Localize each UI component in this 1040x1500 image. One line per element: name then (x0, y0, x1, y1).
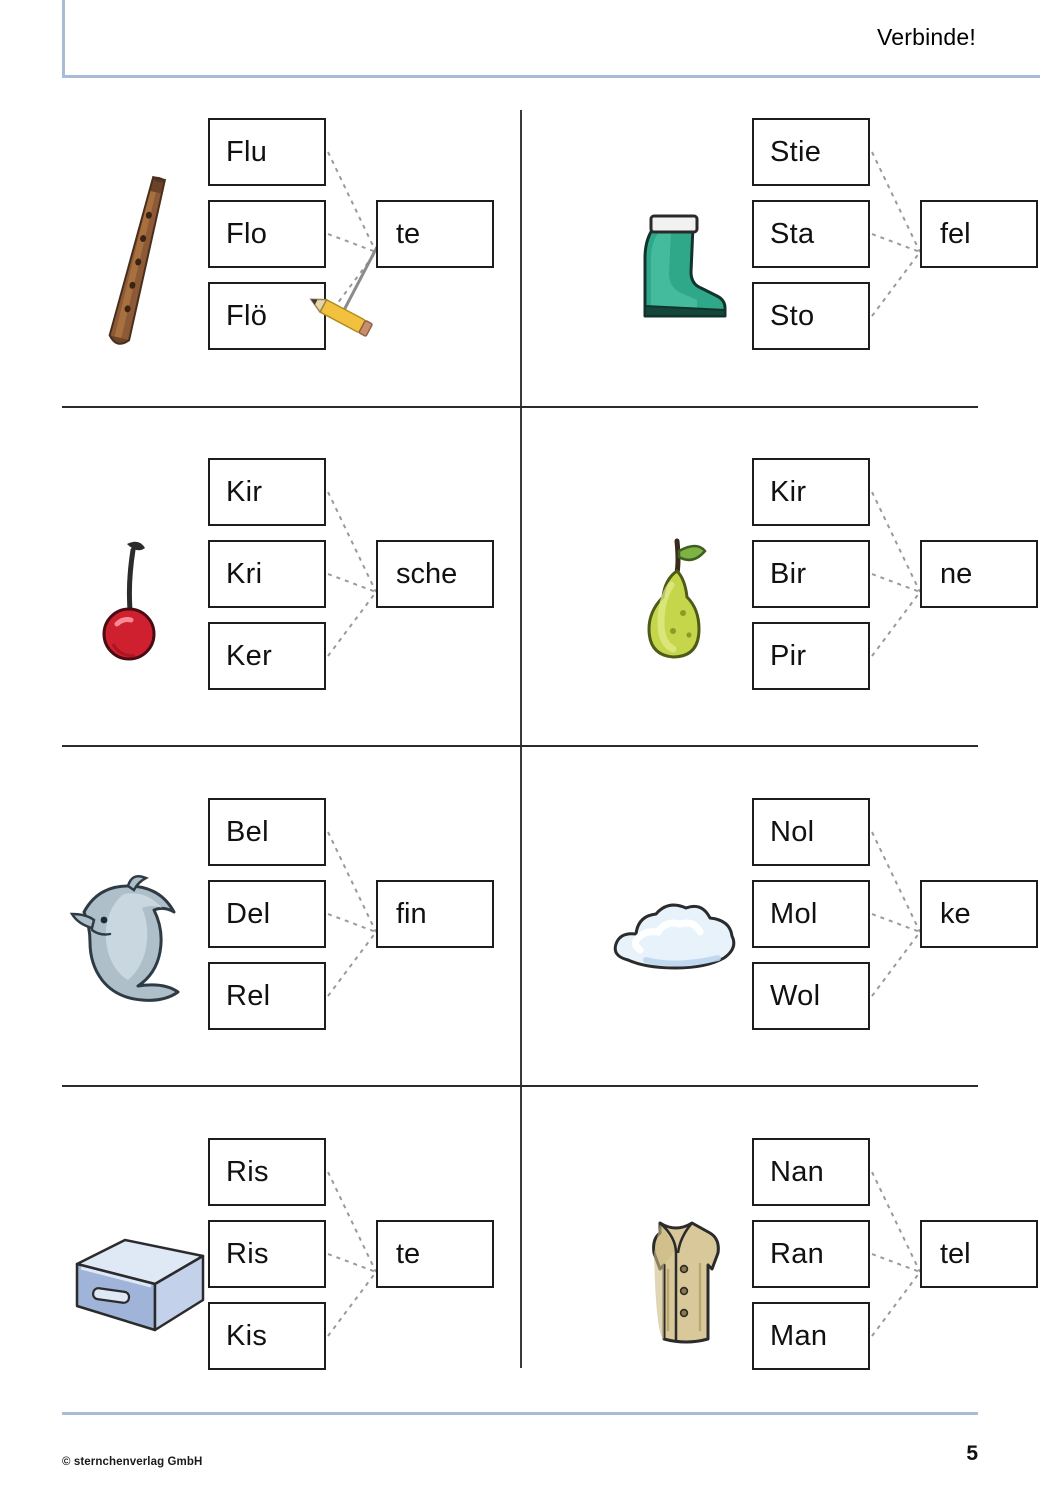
syllable-box[interactable]: Kir (208, 458, 326, 526)
syllable-box[interactable]: Ker (208, 622, 326, 690)
syllable-box[interactable]: Bir (752, 540, 870, 608)
exercise-item: Kir Bir Pir ne (520, 440, 1038, 762)
exercise-item: Nol Mol Wol ke (520, 780, 1038, 1102)
connector-lines (870, 798, 922, 1084)
page-header: Verbinde! (0, 0, 1040, 78)
exercise-item: Bel Del Rel fin (62, 780, 520, 1102)
syllable-box[interactable]: Pir (752, 622, 870, 690)
ending-box[interactable]: fin (376, 880, 494, 948)
syllable-box[interactable]: Kir (752, 458, 870, 526)
ending-box[interactable]: te (376, 1220, 494, 1288)
syllable-column: Bel Del Rel (208, 798, 326, 1084)
syllable-box[interactable]: Rel (208, 962, 326, 1030)
syllable-box[interactable]: Ris (208, 1220, 326, 1288)
syllable-box[interactable]: Flö (208, 282, 326, 350)
syllable-box[interactable]: Stie (752, 118, 870, 186)
syllable-box[interactable]: Bel (208, 798, 326, 866)
connector-lines (326, 458, 378, 744)
ending-box[interactable]: ke (920, 880, 1038, 948)
footer-divider (62, 1412, 978, 1415)
page-title: Verbinde! (877, 24, 976, 50)
connector-lines (870, 1138, 922, 1424)
syllable-box[interactable]: Del (208, 880, 326, 948)
connector-lines (326, 1138, 378, 1424)
exercise-item: Stie Sta Sto fel (520, 100, 1038, 422)
syllable-box[interactable]: Flu (208, 118, 326, 186)
syllable-box[interactable]: Wol (752, 962, 870, 1030)
ending-box[interactable]: tel (920, 1220, 1038, 1288)
syllable-box[interactable]: Mol (752, 880, 870, 948)
worksheet-page: Verbinde! Flu Flo Flö te Stie Sta Sto fe… (0, 0, 1040, 1500)
ending-box[interactable]: ne (920, 540, 1038, 608)
syllable-box[interactable]: Sto (752, 282, 870, 350)
exercise-item: Ris Ris Kis te (62, 1120, 520, 1442)
syllable-column: Stie Sta Sto (752, 118, 870, 404)
coat-icon (606, 1168, 746, 1398)
exercise-grid: Flu Flo Flö te Stie Sta Sto fel Kir Kri … (62, 100, 1038, 1390)
connector-lines (870, 458, 922, 744)
syllable-column: Kir Bir Pir (752, 458, 870, 744)
exercise-item: Kir Kri Ker sche (62, 440, 520, 762)
syllable-box[interactable]: Ran (752, 1220, 870, 1288)
syllable-box[interactable]: Ris (208, 1138, 326, 1206)
syllable-box[interactable]: Flo (208, 200, 326, 268)
syllable-column: Nan Ran Man (752, 1138, 870, 1424)
exercise-item: Flu Flo Flö te (62, 100, 520, 422)
recorder-flute-icon (68, 148, 208, 378)
ending-box[interactable]: te (376, 200, 494, 268)
connector-lines (870, 118, 922, 404)
syllable-column: Nol Mol Wol (752, 798, 870, 1084)
syllable-box[interactable]: Nol (752, 798, 870, 866)
rubber-boot-icon (606, 148, 746, 378)
connector-lines (326, 798, 378, 1084)
syllable-column: Kir Kri Ker (208, 458, 326, 744)
copyright-notice: © sternchenverlag GmbH (62, 1456, 203, 1468)
syllable-box[interactable]: Sta (752, 200, 870, 268)
syllable-box[interactable]: Kri (208, 540, 326, 608)
page-number: 5 (966, 1442, 978, 1465)
syllable-column: Flu Flo Flö (208, 118, 326, 404)
ending-box[interactable]: sche (376, 540, 494, 608)
syllable-column: Ris Ris Kis (208, 1138, 326, 1424)
syllable-box[interactable]: Man (752, 1302, 870, 1370)
syllable-box[interactable]: Nan (752, 1138, 870, 1206)
dolphin-icon (68, 828, 208, 1058)
cloud-icon (606, 828, 746, 1058)
pear-icon (606, 488, 746, 718)
ending-box[interactable]: fel (920, 200, 1038, 268)
exercise-item: Nan Ran Man tel (520, 1120, 1038, 1442)
cherry-icon (68, 488, 208, 718)
box-crate-icon (68, 1168, 208, 1398)
syllable-box[interactable]: Kis (208, 1302, 326, 1370)
